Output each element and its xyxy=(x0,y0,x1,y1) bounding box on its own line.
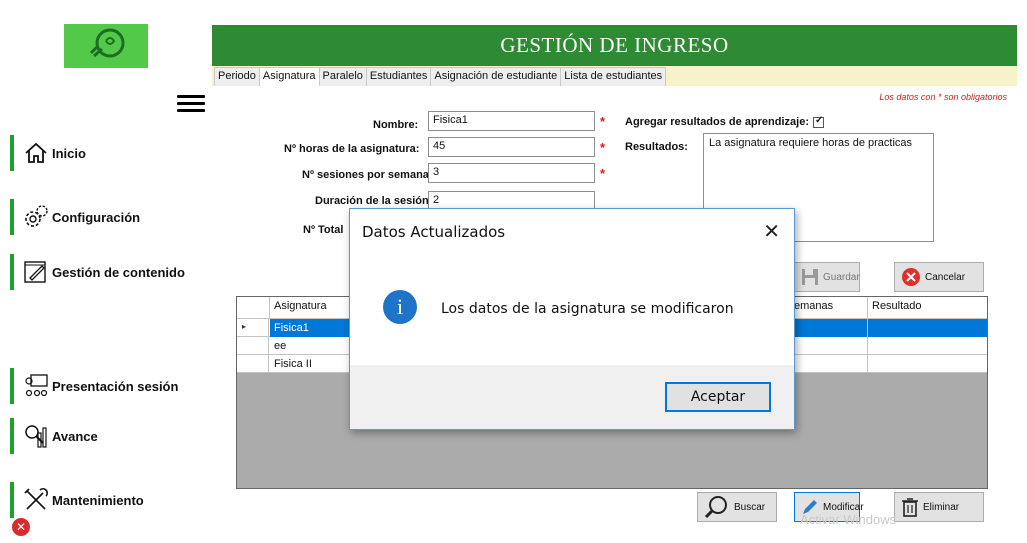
sidebar-item-label: Gestión de contenido xyxy=(52,264,185,280)
nombre-label: Nombre: xyxy=(373,119,419,131)
total-label: Nº Total xyxy=(303,224,344,236)
dialog-title: Datos Actualizados xyxy=(362,223,506,241)
sidebar-item-label: Inicio xyxy=(52,145,86,161)
eliminar-button[interactable]: Eliminar xyxy=(894,492,984,522)
required-asterisk: * xyxy=(600,114,606,129)
agregar-resultados-text: Agregar resultados de aprendizaje: xyxy=(625,116,809,128)
row-indicator xyxy=(237,355,269,373)
horas-field[interactable]: 45 xyxy=(428,137,595,157)
eliminar-label: Eliminar xyxy=(923,501,960,513)
sidebar-item-label: Mantenimiento xyxy=(52,492,144,508)
sesiones-field[interactable]: 3 xyxy=(428,163,595,183)
grid-corner xyxy=(237,297,270,319)
cell-semanas[interactable] xyxy=(790,355,868,373)
cell-resultado[interactable] xyxy=(868,355,987,373)
agregar-resultados-checkbox[interactable] xyxy=(813,115,824,128)
sidebar-item-gestion-contenido[interactable]: Gestión de contenido xyxy=(10,254,185,290)
row-indicator-icon: ▸ xyxy=(237,319,269,337)
tab-asignatura[interactable]: Asignatura xyxy=(258,67,320,86)
dialog-footer: Aceptar xyxy=(350,365,794,429)
modificar-label: Modificar xyxy=(823,501,864,513)
tools-icon xyxy=(22,486,50,514)
required-asterisk: * xyxy=(600,166,606,181)
sidebar-item-mantenimiento[interactable]: Mantenimiento xyxy=(10,482,144,518)
horas-label: Nº horas de la asignatura: xyxy=(284,143,420,155)
nombre-field[interactable]: Fisica1 xyxy=(428,111,595,131)
tab-estudiantes[interactable]: Estudiantes xyxy=(365,67,432,86)
exit-icon[interactable]: ✕ xyxy=(12,518,30,536)
row-indicator xyxy=(237,337,269,355)
trash-icon xyxy=(901,497,919,517)
sidebar-item-label: Presentación sesión xyxy=(52,378,179,394)
cell-semanas[interactable] xyxy=(790,319,868,337)
buscar-button[interactable]: Buscar xyxy=(697,492,777,522)
message-dialog: Datos Actualizados ✕ i Los datos de la a… xyxy=(349,208,795,430)
agregar-resultados-label: Agregar resultados de aprendizaje: xyxy=(625,115,824,128)
guardar-button[interactable]: Guardar xyxy=(794,262,860,292)
gears-icon xyxy=(22,203,50,231)
cell-resultado[interactable] xyxy=(868,319,987,337)
activate-windows-watermark: Activar Windows xyxy=(800,512,897,527)
column-header-semanas[interactable]: emanas xyxy=(790,297,868,319)
menu-hamburger-icon[interactable] xyxy=(177,95,205,115)
sidebar-item-inicio[interactable]: Inicio xyxy=(10,135,86,171)
sesiones-label: Nº sesiones por semana: xyxy=(302,169,433,181)
search-icon xyxy=(704,495,730,519)
sidebar-item-label: Avance xyxy=(52,428,98,444)
sidebar-item-presentacion-sesion[interactable]: Presentación sesión xyxy=(10,368,178,404)
tab-bar: Periodo Asignatura Paralelo Estudiantes … xyxy=(214,67,667,86)
app-window: Inicio Configuración Gestión de contenid… xyxy=(0,0,1027,543)
duracion-label: Duración de la sesión: xyxy=(315,195,433,207)
sidebar-item-configuracion[interactable]: Configuración xyxy=(10,199,140,235)
info-icon: i xyxy=(383,290,417,324)
buscar-label: Buscar xyxy=(734,501,766,513)
tab-lista-estudiantes[interactable]: Lista de estudiantes xyxy=(560,67,667,86)
tab-paralelo[interactable]: Paralelo xyxy=(318,67,367,86)
sidebar-item-avance[interactable]: Avance xyxy=(10,418,98,454)
close-icon[interactable]: ✕ xyxy=(763,219,780,243)
presentation-icon xyxy=(22,372,50,400)
resultados-label: Resultados: xyxy=(625,141,688,153)
cancel-icon xyxy=(901,267,921,287)
lightbulb-logo-icon xyxy=(64,24,148,68)
guardar-label: Guardar xyxy=(823,271,860,283)
cell-resultado[interactable] xyxy=(868,337,987,355)
cell-semanas[interactable] xyxy=(790,337,868,355)
progress-chart-icon xyxy=(22,422,50,450)
save-icon xyxy=(801,268,819,286)
column-header-resultado[interactable]: Resultado xyxy=(868,297,987,319)
sidebar-item-label: Configuración xyxy=(52,209,141,225)
edit-document-icon xyxy=(22,258,50,286)
cancelar-label: Cancelar xyxy=(925,271,966,283)
required-asterisk: * xyxy=(600,140,606,155)
page-title: GESTIÓN DE INGRESO xyxy=(212,25,1017,66)
sidebar: Inicio Configuración Gestión de contenid… xyxy=(0,0,212,543)
home-icon xyxy=(22,139,50,167)
cancelar-button[interactable]: Cancelar xyxy=(894,262,984,292)
required-fields-note: Los datos con * son obligatorios xyxy=(879,92,1007,102)
aceptar-button[interactable]: Aceptar xyxy=(665,382,771,412)
tab-asignacion-estudiante[interactable]: Asignación de estudiante xyxy=(430,67,562,86)
dialog-message: Los datos de la asignatura se modificaro… xyxy=(441,301,734,317)
tab-periodo[interactable]: Periodo xyxy=(214,67,260,86)
